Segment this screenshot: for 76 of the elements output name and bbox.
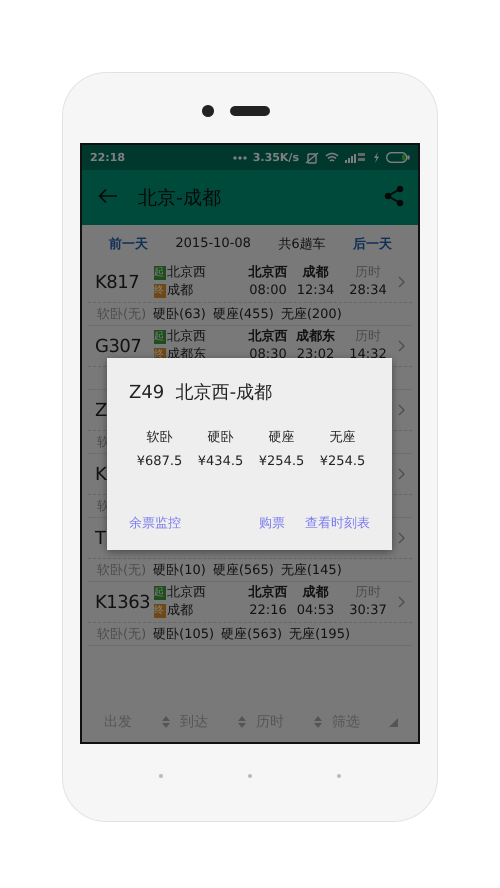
date-label: 2015-10-08: [175, 236, 251, 251]
chevron-right-icon: [398, 340, 405, 352]
seat-availability: 硬卧(63): [153, 306, 206, 323]
wifi-icon: [325, 152, 339, 163]
signal-icon: [345, 152, 367, 163]
seat-type: 硬卧: [206, 429, 234, 446]
start-tag: 起: [154, 330, 166, 344]
vibrate-off-icon: [305, 152, 319, 164]
start-tag: 起: [154, 266, 166, 280]
ticket-price: ¥254.5: [318, 454, 366, 469]
train-count: 共6趟车: [278, 236, 326, 252]
status-time: 22:18: [90, 151, 126, 164]
seat-type: 软卧: [146, 429, 174, 446]
dialog-button[interactable]: 购票: [259, 510, 285, 536]
terminal-station: 成都: [167, 282, 193, 300]
departure-station: 北京西: [248, 264, 288, 282]
departure-station: 北京西: [248, 584, 288, 602]
chevron-right-icon: [398, 532, 405, 544]
dialog-button[interactable]: 查看时刻表: [305, 510, 370, 536]
terminal-station: 成都: [167, 602, 193, 620]
seat-availability: 硬卧(105): [153, 626, 214, 643]
previous-day-link[interactable]: 前一天: [109, 234, 148, 252]
sort-arrows-icon: [238, 715, 246, 729]
seat-availability: 硬座(565): [212, 562, 274, 579]
ticket-price: ¥687.5: [136, 454, 184, 469]
sort-arrows-icon: [314, 715, 322, 729]
seat-availability: 硬座(563): [221, 626, 282, 643]
start-tag: 起: [154, 586, 166, 600]
battery-icon: [386, 152, 410, 163]
ticket-price: ¥254.5: [258, 454, 306, 469]
departure-time: 22:16: [249, 602, 287, 620]
charging-icon: [373, 152, 380, 163]
duration-time: 30:37: [349, 602, 387, 620]
navigation-dots-icon: [158, 773, 342, 779]
seat-availability: 硬卧(10): [153, 562, 206, 579]
train-number: Z: [95, 400, 108, 420]
origin-station: 北京西: [167, 328, 206, 346]
departure-station: 北京西: [248, 328, 288, 346]
seat-availability: 无座(145): [280, 562, 342, 579]
train-number: K: [95, 464, 108, 484]
network-speed: 3.35K/s: [252, 151, 299, 164]
arrival-station: 成都东: [296, 328, 335, 346]
seat-availability: 无座(195): [289, 626, 350, 643]
corner-triangle-icon: [389, 718, 398, 726]
arrival-station: 成都: [302, 264, 328, 282]
dialog-button[interactable]: 余票监控: [129, 510, 181, 536]
seat-type: 无座: [328, 429, 356, 446]
train-number: G307: [95, 336, 142, 356]
departure-time: 08:30: [249, 346, 287, 364]
notification-dots-icon: [232, 156, 247, 160]
seat-availability: 无座(200): [280, 306, 342, 323]
arrival-time: 12:34: [296, 282, 334, 300]
origin-station: 北京西: [167, 264, 206, 282]
origin-station: 北京西: [167, 584, 206, 602]
ticket-price: ¥434.5: [196, 454, 244, 469]
toolbar-title: 北京-成都: [138, 186, 222, 210]
seat-availability: 硬座(455): [212, 306, 274, 323]
chevron-right-icon: [398, 404, 405, 416]
arrival-time: 23:02: [296, 346, 334, 364]
chevron-right-icon: [398, 596, 405, 608]
dialog-title: Z49 北京西-成都: [128, 381, 274, 405]
duration-time: 28:34: [349, 282, 387, 300]
chevron-right-icon: [398, 276, 405, 288]
train-number: K817: [95, 272, 140, 292]
seat-type: 硬座: [268, 429, 296, 446]
chevron-right-icon: [398, 468, 405, 480]
train-number: T: [95, 528, 107, 548]
sort-arrows-icon: [162, 715, 170, 729]
duration-time: 14:32: [349, 346, 387, 364]
end-tag: 终: [154, 284, 166, 298]
train-number: K1363: [95, 592, 152, 612]
arrival-time: 04:53: [296, 602, 334, 620]
next-day-link[interactable]: 后一天: [352, 234, 392, 252]
departure-time: 08:00: [249, 282, 287, 300]
end-tag: 终: [154, 604, 166, 618]
arrival-station: 成都: [302, 584, 328, 602]
